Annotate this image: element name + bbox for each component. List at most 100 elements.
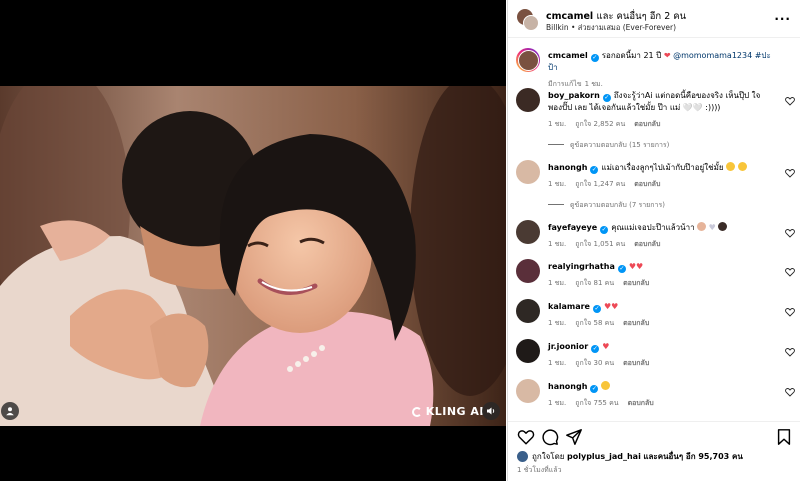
caption-username[interactable]: cmcamel: [548, 51, 588, 60]
verified-badge-icon: ✓: [592, 305, 601, 313]
comment-username[interactable]: fayefayeye: [548, 223, 597, 232]
mute-button[interactable]: [482, 402, 500, 420]
post-media[interactable]: KLING AI: [0, 0, 506, 481]
commenter-avatar[interactable]: [516, 259, 540, 283]
liked-by-others[interactable]: และคนอื่นๆ อีก 95,703 คน: [643, 450, 742, 463]
edited-label: มีการแก้ไข: [548, 80, 582, 88]
comment-time[interactable]: 1 ชม.: [548, 319, 566, 327]
crying-emoji-icon: [601, 381, 611, 390]
view-replies-button[interactable]: ดูข้อความตอบกลับ (15 รายการ): [548, 140, 669, 151]
share-icon[interactable]: [565, 428, 583, 446]
heart-emoji: ♥♥: [603, 302, 619, 311]
verified-badge-icon: ✓: [591, 345, 600, 353]
reply-button[interactable]: ตอบกลับ: [634, 120, 660, 128]
view-replies-label[interactable]: ดูข้อความตอบกลับ (7 รายการ): [570, 201, 665, 209]
comment-text: คุณแม่เจอปะป๊าแล้วน้าา: [611, 223, 695, 232]
comment-likes[interactable]: ถูกใจ 30 คน: [575, 359, 614, 367]
comment-username[interactable]: hanongh: [548, 163, 587, 172]
commenter-avatar[interactable]: [516, 299, 540, 323]
liked-by-prefix: ถูกใจโดย: [532, 452, 565, 461]
comment-body: realyingrhatha ✓ ♥♥ 1 ชม. ถูกใจ 81 คน ตอบกลั…: [548, 261, 773, 289]
watermark-text: KLING AI: [425, 405, 484, 418]
video-frame[interactable]: [0, 86, 506, 426]
face-emoji-icon: [697, 222, 707, 231]
comment-username[interactable]: jr.joonior: [548, 342, 588, 351]
collaborator-avatar[interactable]: [523, 15, 539, 31]
like-comment-heart-icon[interactable]: [785, 307, 795, 317]
commenter-avatar[interactable]: [516, 88, 540, 112]
user-icon: [6, 407, 14, 416]
divider: [548, 204, 564, 205]
like-comment-heart-icon[interactable]: [785, 168, 795, 178]
verified-badge-icon: ✓: [617, 265, 626, 273]
post-actions: ถูกใจโดย polyplus_jad_hai และคนอื่นๆ อีก…: [508, 421, 800, 481]
commenter-avatar[interactable]: [516, 160, 540, 184]
comment-likes[interactable]: ถูกใจ 81 คน: [575, 279, 614, 287]
comment-time[interactable]: 1 ชม.: [548, 120, 566, 128]
comment-time[interactable]: 1 ชม.: [548, 240, 566, 248]
comment-time[interactable]: 1 ชม.: [548, 279, 566, 287]
commenter-avatar[interactable]: [516, 339, 540, 363]
comment-icon[interactable]: [541, 428, 559, 446]
verified-badge-icon: ✓: [602, 94, 611, 102]
comments-list[interactable]: cmcamel ✓ รอกอดนี้มา 21 ปี ❤ @momomama1234…: [508, 38, 800, 421]
comment-likes[interactable]: ถูกใจ 1,247 คน: [575, 180, 625, 188]
view-replies-label[interactable]: ดูข้อความตอบกลับ (15 รายการ): [570, 141, 669, 149]
comment-body: kalamare ✓ ♥♥ 1 ชม. ถูกใจ 58 คน ตอบกลับ: [548, 301, 773, 329]
caption-meta: มีการแก้ไข 1 ชม.: [548, 78, 773, 90]
reply-button[interactable]: ตอบกลับ: [634, 240, 660, 248]
comment-time[interactable]: 1 ชม.: [548, 180, 566, 188]
collab-text[interactable]: และ คนอื่นๆ อีก 2 คน: [596, 11, 686, 22]
comment-time[interactable]: 1 ชม.: [548, 399, 566, 407]
view-replies-button[interactable]: ดูข้อความตอบกลับ (7 รายการ): [548, 200, 665, 211]
commenter-avatar[interactable]: [516, 379, 540, 403]
caption-text: รอกอดนี้มา 21 ปี: [601, 51, 662, 60]
music-info[interactable]: Billkin • ส่วยงามเสมอ (Ever-Forever): [546, 22, 676, 34]
author-avatar[interactable]: [516, 48, 540, 72]
comment-time[interactable]: 1 ชม.: [548, 359, 566, 367]
post-details-panel: cmcamel และ คนอื่นๆ อีก 2 คน Billkin • ส…: [507, 0, 800, 481]
comment-body: hanongh ✓ 1 ชม. ถูกใจ 755 คน ตอบกลับ: [548, 381, 773, 409]
laughing-emoji-icon: [737, 162, 747, 171]
like-comment-heart-icon[interactable]: [785, 267, 795, 277]
comment-likes[interactable]: ถูกใจ 755 คน: [575, 399, 618, 407]
comment-body: fayefayeye ✓ คุณแม่เจอปะป๊าแล้วน้าา ♥ 1 ชม…: [548, 222, 773, 250]
liker-avatar[interactable]: [517, 451, 528, 462]
post-time-ago[interactable]: 1 ชั่วโมงที่แล้ว: [517, 465, 562, 476]
heart-icon[interactable]: [517, 428, 535, 446]
comment-likes[interactable]: ถูกใจ 2,852 คน: [575, 120, 625, 128]
bookmark-icon[interactable]: [775, 428, 793, 446]
tagged-users-button[interactable]: [1, 402, 19, 420]
like-comment-heart-icon[interactable]: [785, 228, 795, 238]
author-username[interactable]: cmcamel: [546, 11, 593, 22]
comment-username[interactable]: realyingrhatha: [548, 262, 615, 271]
comment-body: hanongh ✓ แม่เอาเรื่องลูกๆไปเม้ากับป๊าอยู่…: [548, 162, 773, 190]
like-comment-heart-icon[interactable]: [785, 387, 795, 397]
reply-button[interactable]: ตอบกลับ: [623, 279, 649, 287]
reply-button[interactable]: ตอบกลับ: [634, 180, 660, 188]
liked-by-line[interactable]: ถูกใจโดย polyplus_jad_hai และคนอื่นๆ อีก…: [517, 450, 743, 463]
like-comment-heart-icon[interactable]: [785, 347, 795, 357]
liked-by-user[interactable]: polyplus_jad_hai: [567, 452, 641, 461]
comment-username[interactable]: kalamare: [548, 302, 590, 311]
comment-meta: 1 ชม. ถูกใจ 755 คน ตอบกลับ: [548, 397, 773, 409]
reply-button[interactable]: ตอบกลับ: [623, 319, 649, 327]
more-icon[interactable]: ···: [774, 12, 791, 26]
commenter-avatar[interactable]: [516, 220, 540, 244]
white-heart-emoji: ♥: [708, 223, 716, 232]
caption-time[interactable]: 1 ชม.: [585, 80, 603, 88]
video-frame-illustration: [0, 86, 506, 426]
divider: [548, 144, 564, 145]
reply-button[interactable]: ตอบกลับ: [628, 399, 654, 407]
reply-button[interactable]: ตอบกลับ: [623, 359, 649, 367]
comment-likes[interactable]: ถูกใจ 1,051 คน: [575, 240, 625, 248]
comment-meta: 1 ชม. ถูกใจ 1,051 คน ตอบกลับ: [548, 238, 773, 250]
post-header: cmcamel และ คนอื่นๆ อีก 2 คน Billkin • ส…: [508, 0, 800, 38]
comment-body: boy_pakorn ✓ ถึงจะรู้ว่าAi แต่กอดนี้คือของ…: [548, 90, 773, 130]
comment-meta: 1 ชม. ถูกใจ 30 คน ตอบกลับ: [548, 357, 773, 369]
comment-username[interactable]: boy_pakorn: [548, 91, 600, 100]
comment-likes[interactable]: ถูกใจ 58 คน: [575, 319, 614, 327]
like-comment-heart-icon[interactable]: [785, 96, 795, 106]
comment-meta: 1 ชม. ถูกใจ 81 คน ตอบกลับ: [548, 277, 773, 289]
comment-username[interactable]: hanongh: [548, 382, 587, 391]
